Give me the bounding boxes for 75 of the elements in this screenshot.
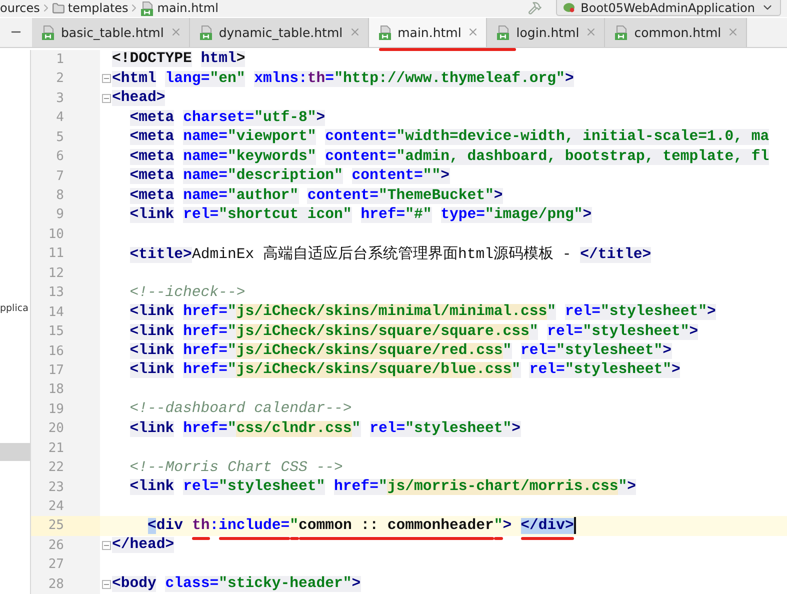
line-number: 11 xyxy=(47,246,64,262)
line-number: 28 xyxy=(47,576,64,592)
html-file-icon xyxy=(496,24,510,40)
line-number: 17 xyxy=(47,362,64,378)
fold-icon[interactable] xyxy=(102,94,110,103)
text-caret xyxy=(574,517,576,534)
folder-icon xyxy=(52,2,65,15)
line-number: 20 xyxy=(47,421,64,436)
code-line: <!--Morris Chart CSS --> xyxy=(128,460,343,476)
line-number: 23 xyxy=(47,480,64,495)
line-number: 25 xyxy=(47,518,64,534)
html-file-icon xyxy=(41,24,55,40)
line-number: 4 xyxy=(55,110,64,126)
code-line: <meta name="description" content=""> xyxy=(128,168,450,184)
line-number: 18 xyxy=(47,382,64,398)
line-number: 6 xyxy=(55,149,64,164)
line-number: 8 xyxy=(55,188,64,204)
file-tab[interactable]: basic_table.html xyxy=(32,18,190,47)
project-item[interactable]: pplica xyxy=(0,302,30,314)
fold-icon[interactable] xyxy=(102,540,110,550)
code-line: <html lang="en" xmlns:th="http://www.thymeleaf.org"> xyxy=(112,70,574,87)
close-icon[interactable] xyxy=(467,26,480,38)
line-number: 7 xyxy=(55,168,64,184)
line-number: 10 xyxy=(47,226,64,242)
selected-row[interactable] xyxy=(0,442,30,461)
code-line: <!DOCTYPE html> xyxy=(112,51,246,68)
file-tab[interactable]: common.html xyxy=(605,18,748,47)
html-file-icon xyxy=(614,24,628,40)
code-line: <!--icheck--> xyxy=(128,284,246,301)
breadcrumb-item[interactable]: main.html xyxy=(157,1,218,16)
html-file-icon xyxy=(198,24,213,40)
file-tab[interactable]: login.html xyxy=(487,18,606,47)
line-number: 12 xyxy=(47,266,64,281)
breadcrumb-item[interactable]: ources xyxy=(0,1,40,16)
line-number: 5 xyxy=(55,130,64,145)
code-line: <link rel="shortcut icon" href="#" type="image/png"> xyxy=(128,206,592,223)
code-line: <meta name="keywords" content="admin, dashboard, bootstrap, template, fl xyxy=(128,148,770,165)
line-number: 27 xyxy=(47,557,64,572)
code-line: <!--dashboard calendar--> xyxy=(128,401,352,418)
code-line: <title>AdminEx 高端自适应后台系统管理界面html源码模板 - </title> xyxy=(128,244,652,264)
fold-icon[interactable] xyxy=(102,74,110,84)
close-icon[interactable] xyxy=(170,26,182,38)
line-number: 22 xyxy=(47,460,64,476)
code-line: <meta name="viewport" content="width=device-width, initial-scale=1.0, ma xyxy=(128,129,770,146)
code-line: <link href="js/iCheck/skins/square/blue.css" rel="stylesheet"> xyxy=(128,362,680,378)
close-icon[interactable] xyxy=(348,26,361,38)
line-number: 24 xyxy=(47,499,64,514)
line-number: 3 xyxy=(55,90,64,106)
html-file-icon xyxy=(378,24,392,40)
code-line: <link href="js/iCheck/skins/square/square.css" rel="stylesheet"> xyxy=(128,324,698,340)
fold-icon[interactable] xyxy=(102,580,110,589)
code-line: <link rel="stylesheet" href="js/morris-chart/morris.css"> xyxy=(128,479,636,496)
line-number: 26 xyxy=(47,538,64,553)
close-icon[interactable] xyxy=(585,26,598,38)
file-tab[interactable]: dynamic_table.html xyxy=(190,18,369,47)
breadcrumb-item[interactable]: templates xyxy=(68,1,128,16)
line-number: 19 xyxy=(47,402,64,417)
hammer-icon[interactable] xyxy=(528,1,542,16)
code-line: <meta charset="utf-8"> xyxy=(128,110,326,126)
code-line: <body class="sticky-header"> xyxy=(112,576,361,592)
line-number: 13 xyxy=(47,285,64,300)
line-number: 15 xyxy=(47,324,64,340)
line-number: 2 xyxy=(55,71,64,86)
code-line: <div th:include="common :: commonheader"> </div> xyxy=(112,518,574,534)
line-number: 9 xyxy=(55,207,64,222)
code-line: <meta name="author" content="ThemeBucket"> xyxy=(128,188,503,204)
run-config-dropdown[interactable]: Boot05WebAdminApplication xyxy=(556,0,781,16)
code-line: <link href="js/iCheck/skins/square/red.css" rel="stylesheet"> xyxy=(128,343,672,360)
line-number: 21 xyxy=(47,440,64,456)
line-number: 1 xyxy=(55,52,64,67)
line-number: 14 xyxy=(47,304,64,320)
line-number: 16 xyxy=(47,344,64,359)
close-icon[interactable] xyxy=(727,26,740,38)
code-line: <link href="css/clndr.css" rel="stylesheet"> xyxy=(128,420,521,437)
code-line: <link href="js/iCheck/skins/minimal/minimal.css" rel="stylesheet"> xyxy=(128,304,716,320)
